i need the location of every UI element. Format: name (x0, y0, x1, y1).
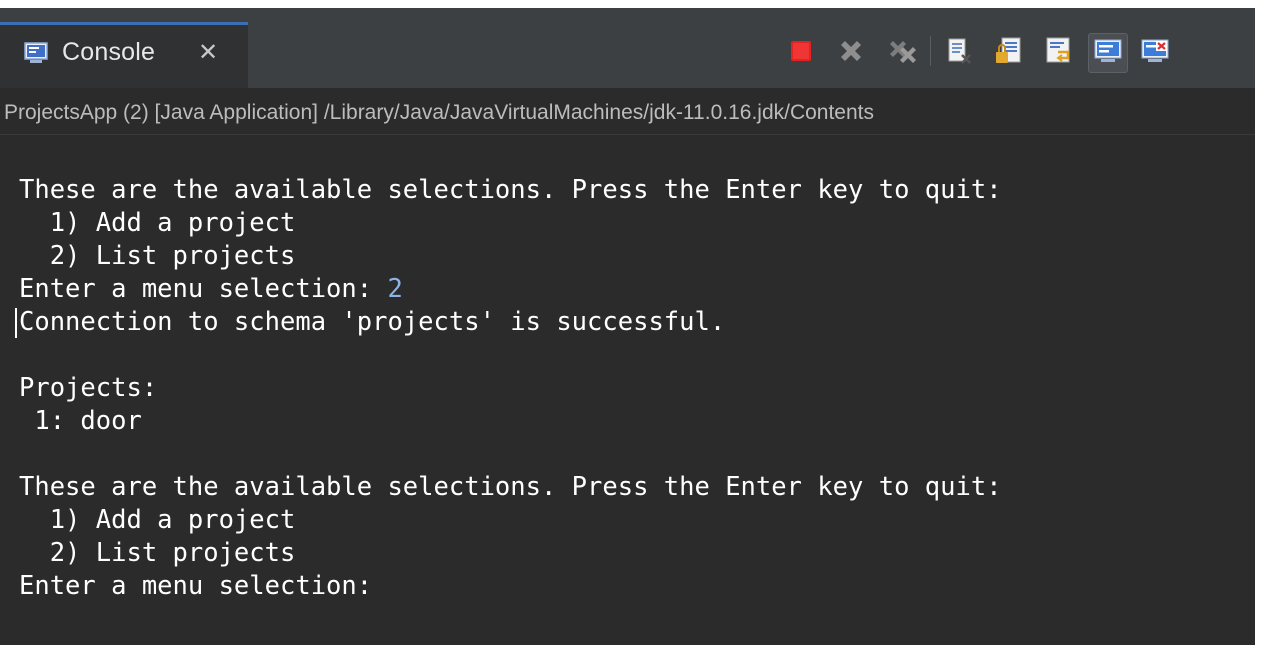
show-console-on-stdout-icon (1093, 36, 1123, 71)
console-line-text: These are the available selections. Pres… (19, 175, 1002, 205)
console-line: Enter a menu selection: (19, 570, 372, 603)
close-icon[interactable]: ✕ (198, 37, 218, 67)
scroll-lock-icon (994, 36, 1024, 71)
tab-label: Console (62, 38, 156, 66)
view-tab-bar: Console ✕ (0, 8, 1255, 88)
word-wrap-icon (1044, 36, 1074, 71)
terminate-icon (789, 39, 813, 68)
remove-launch-icon (837, 37, 865, 70)
console-line: These are the available selections. Pres… (19, 471, 1002, 504)
word-wrap-button[interactable] (1042, 36, 1076, 70)
show-console-on-stdout-button[interactable] (1088, 33, 1128, 73)
tab-console[interactable]: Console ✕ (0, 22, 248, 88)
console-icon (24, 42, 48, 64)
console-line-text: Projects: (19, 373, 158, 403)
console-line-text: These are the available selections. Pres… (19, 472, 1002, 502)
console-line: Connection to schema 'projects' is succe… (19, 306, 725, 339)
console-line: Projects: (19, 372, 157, 405)
console-output[interactable]: These are the available selections. Pres… (0, 134, 1255, 645)
remove-all-terminated-icon (888, 36, 918, 71)
console-line-text: Enter a menu selection: (19, 571, 373, 601)
terminate-button[interactable] (784, 36, 818, 70)
console-user-input: 2 (387, 274, 403, 304)
show-console-on-stderr-button[interactable] (1138, 36, 1172, 70)
scroll-lock-button[interactable] (992, 36, 1026, 70)
clear-console-icon (945, 37, 973, 70)
console-line-text: 2) List projects (19, 538, 296, 568)
console-line-text: 1) Add a project (19, 208, 296, 238)
console-line: 1: door (19, 405, 142, 438)
console-line: 2) List projects (19, 240, 296, 273)
console-view: Console ✕ ProjectsApp (2) [Java Applicat… (0, 8, 1255, 645)
remove-all-terminated-button[interactable] (886, 36, 920, 70)
console-line-text: 1: door (19, 406, 142, 436)
process-path-label: ProjectsApp (2) [Java Application] /Libr… (4, 101, 875, 124)
console-line-text: Connection to schema 'projects' is succe… (19, 307, 726, 337)
console-line: 2) List projects (19, 537, 296, 570)
text-cursor (15, 308, 17, 338)
clear-console-button[interactable] (942, 36, 976, 70)
console-line-text: 1) Add a project (19, 505, 296, 535)
process-description: ProjectsApp (2) [Java Application] /Libr… (0, 98, 1255, 135)
show-console-on-stderr-icon (1140, 36, 1170, 71)
console-line: Enter a menu selection: 2 (19, 273, 403, 306)
console-line: 1) Add a project (19, 207, 296, 240)
console-line: 1) Add a project (19, 504, 296, 537)
toolbar-separator (930, 36, 931, 66)
console-line: These are the available selections. Pres… (19, 174, 1002, 207)
console-line-text: Enter a menu selection: (19, 274, 388, 304)
remove-launch-button[interactable] (834, 36, 868, 70)
console-line-text: 2) List projects (19, 241, 296, 271)
